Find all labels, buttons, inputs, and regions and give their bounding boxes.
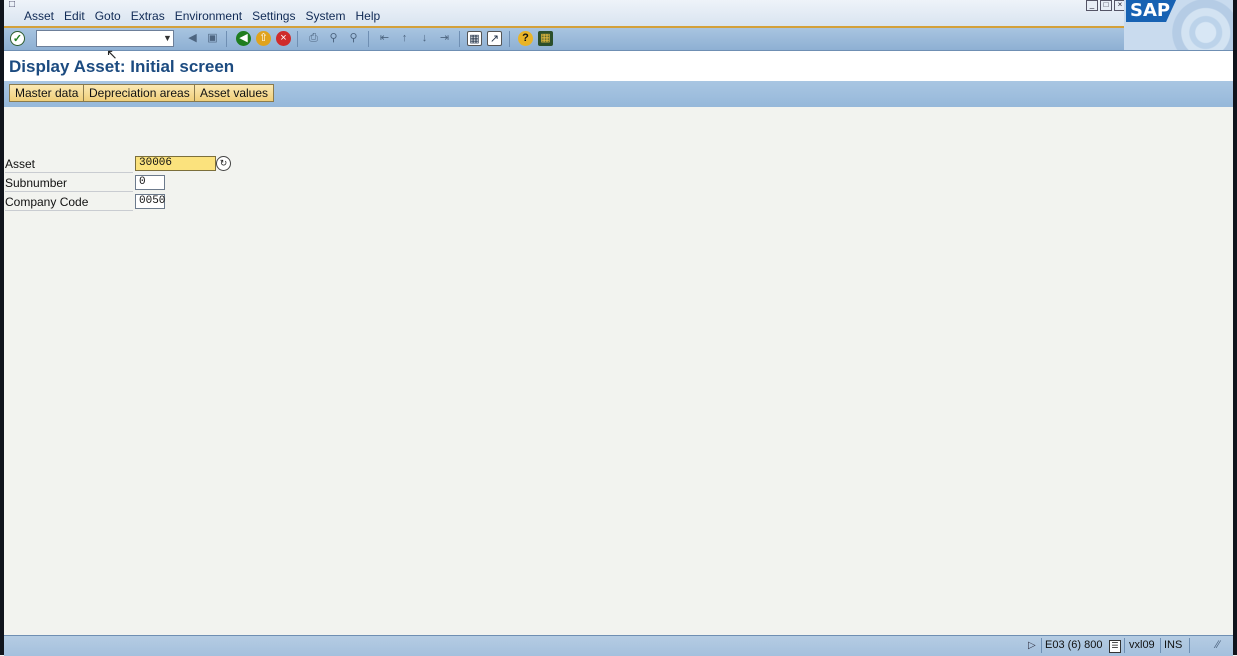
menu-asset[interactable]: Asset bbox=[19, 9, 59, 23]
menu-goto[interactable]: Goto bbox=[90, 9, 126, 23]
value-help-icon[interactable]: ↻ bbox=[216, 156, 231, 171]
exit-icon[interactable]: ⇧ bbox=[256, 31, 271, 46]
status-separator bbox=[1124, 638, 1125, 653]
system-menu-icon[interactable]: □ bbox=[9, 0, 22, 10]
page-title: Display Asset: Initial screen bbox=[9, 57, 235, 76]
menu-edit[interactable]: Edit bbox=[59, 9, 90, 23]
shortcut-icon[interactable]: ↗ bbox=[487, 31, 502, 46]
collapse-arrow-icon[interactable]: ◀ bbox=[185, 31, 200, 46]
standard-toolbar: ✓ ▼ ◀ ▣ ◀ ⇧ × ⎙ ⚲ ⚲ ⇤ ↑ ↓ ⇥ ▦ ↗ ? ▦ bbox=[4, 28, 1233, 51]
status-expand-icon[interactable]: ▷ bbox=[1028, 638, 1036, 653]
back-icon[interactable]: ◀ bbox=[236, 31, 251, 46]
status-separator bbox=[1189, 638, 1190, 653]
subnumber-input[interactable]: 0 bbox=[135, 175, 165, 190]
asset-values-button[interactable]: Asset values bbox=[194, 84, 275, 102]
find-icon[interactable]: ⚲ bbox=[326, 31, 341, 46]
sap-logo: SAP bbox=[1124, 0, 1233, 50]
mouse-pointer-icon: ↖ bbox=[106, 46, 118, 62]
create-session-icon[interactable]: ▦ bbox=[467, 31, 482, 46]
command-field[interactable] bbox=[36, 30, 174, 47]
first-page-icon[interactable]: ⇤ bbox=[377, 31, 392, 46]
master-data-button[interactable]: Master data bbox=[9, 84, 85, 102]
command-history-icon[interactable]: ▼ bbox=[163, 32, 172, 44]
toolbar-separator bbox=[459, 31, 460, 47]
menu-system[interactable]: System bbox=[300, 9, 350, 23]
insert-mode: INS bbox=[1164, 639, 1183, 651]
save-icon[interactable]: ▣ bbox=[205, 31, 220, 46]
resize-grip-icon[interactable]: ∕∕ bbox=[1216, 638, 1220, 653]
asset-label: Asset bbox=[5, 155, 133, 173]
depreciation-areas-button[interactable]: Depreciation areas bbox=[83, 84, 196, 102]
status-separator bbox=[1160, 638, 1161, 653]
toolbar-separator bbox=[368, 31, 369, 47]
ok-check-icon[interactable]: ✓ bbox=[10, 31, 25, 46]
menu-help[interactable]: Help bbox=[350, 9, 385, 23]
status-bar: ▷ E03 (6) 800 ☰ vxl09 INS ∕∕ bbox=[4, 635, 1233, 656]
sap-logo-text: SAP bbox=[1126, 0, 1177, 22]
title-bar: Display Asset: Initial screen bbox=[4, 51, 1233, 81]
last-page-icon[interactable]: ⇥ bbox=[437, 31, 452, 46]
status-separator bbox=[1041, 638, 1042, 653]
help-icon[interactable]: ? bbox=[518, 31, 533, 46]
menu-environment[interactable]: Environment bbox=[170, 9, 247, 23]
asset-input[interactable]: 30006 bbox=[135, 156, 216, 171]
subnumber-label: Subnumber bbox=[5, 174, 133, 192]
toolbar-separator bbox=[509, 31, 510, 47]
application-toolbar: Master data Depreciation areas Asset val… bbox=[4, 81, 1233, 107]
cancel-icon[interactable]: × bbox=[276, 31, 291, 46]
toolbar-separator bbox=[297, 31, 298, 47]
previous-page-icon[interactable]: ↑ bbox=[397, 31, 412, 46]
minimize-icon[interactable]: _ bbox=[1086, 0, 1098, 11]
system-info: E03 (6) 800 bbox=[1045, 639, 1103, 651]
toolbar-separator bbox=[226, 31, 227, 47]
next-page-icon[interactable]: ↓ bbox=[417, 31, 432, 46]
system-info-menu-icon[interactable]: ☰ bbox=[1109, 640, 1121, 653]
menu-list: Asset Edit Goto Extras Environment Setti… bbox=[19, 9, 385, 23]
company-code-label: Company Code bbox=[5, 193, 133, 211]
menu-extras[interactable]: Extras bbox=[126, 9, 170, 23]
window-frame-right bbox=[1233, 0, 1237, 655]
menu-settings[interactable]: Settings bbox=[247, 9, 300, 23]
restore-icon[interactable]: □ bbox=[1100, 0, 1112, 11]
window-controls: _ □ × bbox=[1086, 0, 1126, 11]
menu-bar: □ Asset Edit Goto Extras Environment Set… bbox=[4, 0, 1233, 28]
company-code-input[interactable]: 0050 bbox=[135, 194, 165, 209]
layout-menu-icon[interactable]: ▦ bbox=[538, 31, 553, 46]
find-next-icon[interactable]: ⚲ bbox=[346, 31, 361, 46]
server-name: vxl09 bbox=[1129, 639, 1155, 651]
print-icon[interactable]: ⎙ bbox=[306, 31, 321, 46]
